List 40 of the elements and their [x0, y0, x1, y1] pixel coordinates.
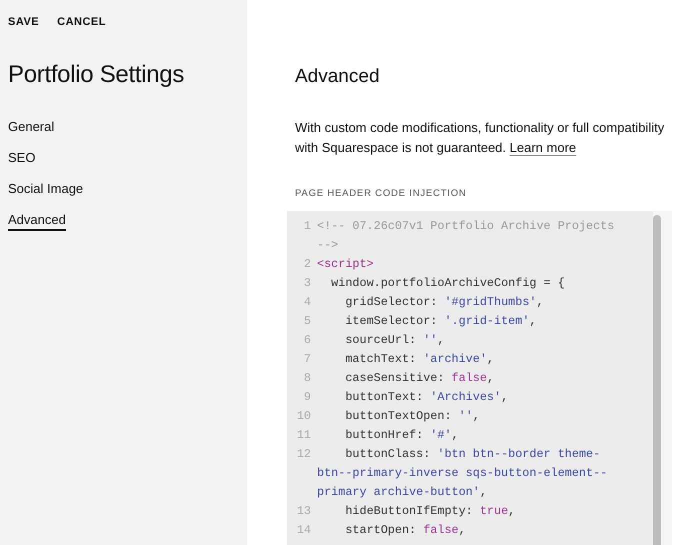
line-number: 7: [302, 351, 312, 368]
nav-item[interactable]: Social Image: [8, 181, 84, 200]
description-text: With custom code modifications, functionality or full compatibility with Squarespace is not guaranteed. Learn more: [295, 119, 666, 157]
line-number: 10: [296, 408, 312, 425]
nav-item[interactable]: Advanced: [8, 212, 66, 231]
code-line: itemSelector: '.grid-item',: [344, 313, 538, 330]
code-line: window.portfolioArchiveConfig = {: [330, 275, 566, 292]
code-line: hideButtonIfEmpty: true,: [344, 503, 516, 520]
code-line: matchText: 'archive',: [344, 351, 496, 368]
line-number: 12: [296, 446, 312, 463]
code-line: buttonText: 'Archives',: [344, 389, 510, 406]
line-number: 6: [302, 332, 312, 349]
code-line: sourceUrl: '',: [344, 332, 446, 349]
code-line: <!-- 07.26c07v1 Portfolio Archive Projects -->: [317, 218, 616, 254]
code-line: caseSensitive: false,: [344, 370, 496, 387]
line-number: 8: [302, 370, 312, 387]
nav-item[interactable]: General: [8, 119, 54, 138]
line-number: 11: [296, 427, 312, 444]
line-number: 9: [302, 389, 312, 406]
learn-more-link[interactable]: Learn more: [510, 140, 576, 155]
line-number: 13: [296, 503, 312, 520]
code-line: <script>: [317, 256, 375, 273]
line-number: 1: [302, 218, 312, 235]
field-label: PAGE HEADER CODE INJECTION: [295, 188, 468, 199]
line-number: 14: [296, 522, 312, 539]
section-heading: Advanced: [295, 66, 381, 88]
line-number: 5: [302, 313, 312, 330]
scrollbar[interactable]: [653, 215, 661, 545]
line-number: 4: [302, 294, 312, 311]
toolbar-button[interactable]: SAVE: [8, 16, 40, 28]
code-line: buttonTextOpen: '',: [344, 408, 481, 425]
page-title: Portfolio Settings: [8, 61, 186, 89]
code-line: buttonHref: '#',: [344, 427, 460, 444]
code-line: gridSelector: '#gridThumbs',: [344, 294, 545, 311]
toolbar-button[interactable]: CANCEL: [57, 16, 106, 28]
line-number: 2: [302, 256, 312, 273]
line-number: 3: [302, 275, 312, 292]
nav-item[interactable]: SEO: [8, 150, 36, 169]
code-editor[interactable]: [287, 211, 672, 545]
code-line: startOpen: false,: [344, 522, 467, 539]
